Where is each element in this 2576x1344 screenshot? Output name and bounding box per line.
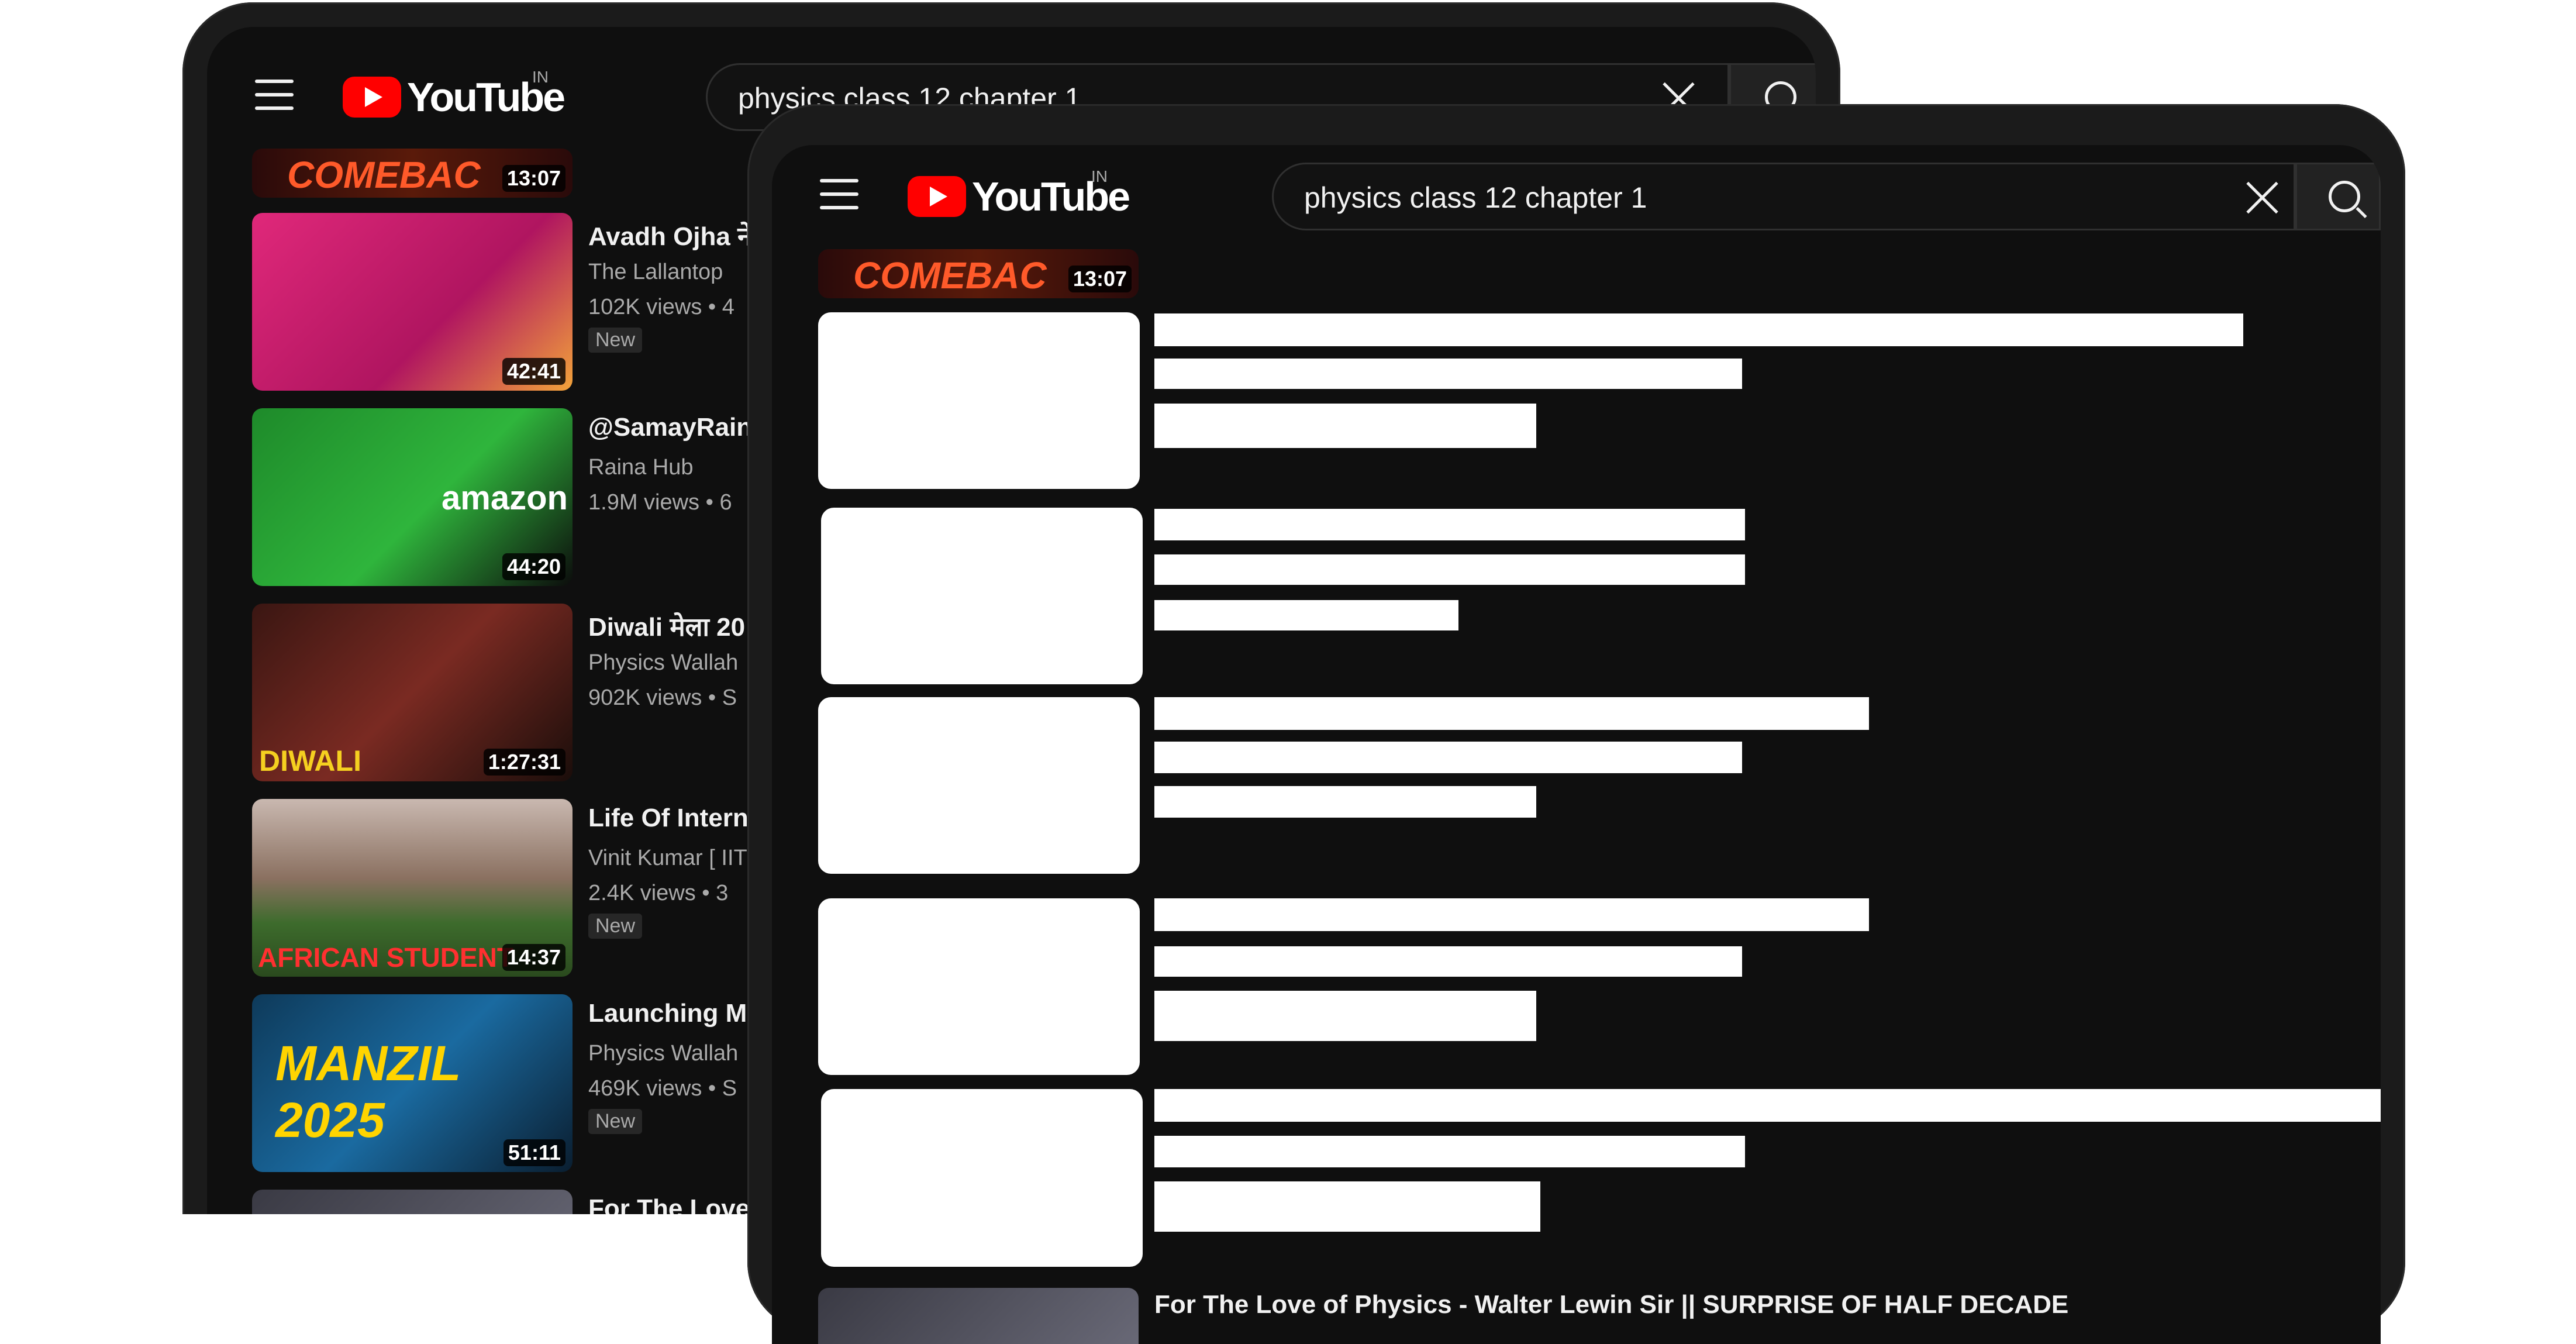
redacted-thumbnail xyxy=(818,312,1140,489)
redacted-meta xyxy=(1154,786,1536,818)
video-thumbnail[interactable]: MANZIL 2025 51:11 xyxy=(252,994,573,1172)
video-meta: 902K views • S xyxy=(588,685,737,710)
new-badge: New xyxy=(588,328,643,353)
video-thumbnail[interactable]: amazon 44:20 xyxy=(252,408,573,586)
youtube-logo[interactable]: YouTube xyxy=(343,74,565,120)
region-code: IN xyxy=(1091,167,1108,185)
thumbnail-caption: MANZIL 2025 xyxy=(275,1036,460,1147)
search-icon xyxy=(2329,181,2360,212)
search-button[interactable] xyxy=(2295,163,2381,230)
redacted-channel xyxy=(1154,742,1742,773)
video-info: Avadh Ojha ने The Lallantop 102K views •… xyxy=(588,213,758,400)
video-duration: 42:41 xyxy=(502,358,565,385)
thumbnail-caption: AFRICAN STUDENT xyxy=(258,942,513,973)
video-info: @SamayRain Raina Hub 1.9M views • 6 xyxy=(588,408,758,595)
channel-name[interactable]: Physics Wallah xyxy=(588,650,738,676)
channel-name[interactable]: Vinit Kumar [ IIT xyxy=(588,846,747,871)
redacted-meta xyxy=(1154,1181,1540,1232)
video-duration: 1:27:31 xyxy=(483,749,565,776)
redacted-title xyxy=(1154,509,1745,540)
video-thumbnail[interactable]: COMEBAC 13:07 xyxy=(252,149,573,198)
redacted-thumbnail xyxy=(821,508,1143,684)
video-meta: 469K views • S xyxy=(588,1076,737,1101)
thumbnail-caption: COMEBAC xyxy=(287,154,481,196)
video-thumbnail[interactable]: AFRICAN STUDENT 14:37 xyxy=(252,799,573,977)
video-title[interactable]: Life Of Intern xyxy=(588,804,749,833)
video-duration: 44:20 xyxy=(502,553,565,580)
video-thumbnail[interactable]: 42:41 xyxy=(252,213,573,391)
hamburger-icon[interactable] xyxy=(255,80,294,110)
channel-name[interactable]: Physics Wallah xyxy=(588,1041,738,1066)
redacted-thumbnail xyxy=(821,1089,1143,1267)
video-duration: 14:37 xyxy=(502,944,565,971)
video-meta: 102K views • 4 xyxy=(588,295,734,319)
close-icon[interactable] xyxy=(2244,180,2280,215)
video-thumbnail[interactable] xyxy=(818,1288,1139,1344)
redacted-channel xyxy=(1154,946,1742,977)
redacted-meta xyxy=(1154,600,1458,630)
video-info: Diwali मेला 20 Physics Wallah 902K views… xyxy=(588,604,758,791)
youtube-play-icon xyxy=(908,176,966,217)
video-title[interactable]: Launching M xyxy=(588,999,747,1028)
video-meta: 1.9M views • 6 xyxy=(588,490,732,515)
video-title[interactable]: Diwali मेला 20 xyxy=(588,608,745,643)
channel-name[interactable]: Raina Hub xyxy=(588,455,694,480)
front-top-bar: YouTube IN physics class 12 chapter 1 xyxy=(772,145,2381,262)
video-thumbnail[interactable]: DIWALI 1:27:31 xyxy=(252,604,573,781)
video-meta: 2.4K views • 3 xyxy=(588,881,729,905)
redacted-meta xyxy=(1154,991,1536,1041)
video-info: Launching M Physics Wallah 469K views • … xyxy=(588,994,758,1181)
redacted-title xyxy=(1154,313,2243,346)
background-cover xyxy=(175,1214,760,1314)
redacted-title xyxy=(1154,1089,2381,1122)
video-duration: 13:07 xyxy=(502,165,565,192)
hamburger-icon[interactable] xyxy=(820,179,858,209)
video-title[interactable]: Avadh Ojha ने xyxy=(588,218,752,253)
new-badge: New xyxy=(588,914,643,939)
new-badge: New xyxy=(588,1109,643,1134)
video-title[interactable]: @SamayRain xyxy=(588,413,752,442)
front-tablet-screen: YouTube IN physics class 12 chapter 1 CO… xyxy=(772,145,2381,1344)
redacted-channel xyxy=(1154,359,1742,389)
thumbnail-caption: COMEBAC xyxy=(853,254,1047,297)
search-query: physics class 12 chapter 1 xyxy=(1304,181,1647,214)
redacted-title xyxy=(1154,898,1869,931)
front-tablet-frame: YouTube IN physics class 12 chapter 1 CO… xyxy=(747,104,2405,1344)
video-title[interactable]: For The Love of Physics - Walter Lewin S… xyxy=(1154,1290,2068,1319)
channel-name[interactable]: The Lallantop xyxy=(588,260,723,285)
redacted-channel xyxy=(1154,554,1745,585)
thumbnail-caption: DIWALI xyxy=(259,745,361,777)
redacted-channel xyxy=(1154,1136,1745,1167)
search-input[interactable]: physics class 12 chapter 1 xyxy=(1272,163,2295,230)
region-code: IN xyxy=(532,68,549,86)
redacted-thumbnail xyxy=(818,898,1140,1075)
video-duration: 13:07 xyxy=(1068,266,1132,292)
youtube-play-icon xyxy=(343,77,401,118)
redacted-meta xyxy=(1154,404,1536,448)
redacted-title xyxy=(1154,697,1869,730)
video-duration: 51:11 xyxy=(503,1139,565,1166)
thumbnail-caption: amazon xyxy=(442,479,568,517)
video-info: Life Of Intern Vinit Kumar [ IIT 2.4K vi… xyxy=(588,799,758,986)
video-thumbnail[interactable]: COMEBAC 13:07 xyxy=(818,249,1139,298)
redacted-thumbnail xyxy=(818,697,1140,874)
